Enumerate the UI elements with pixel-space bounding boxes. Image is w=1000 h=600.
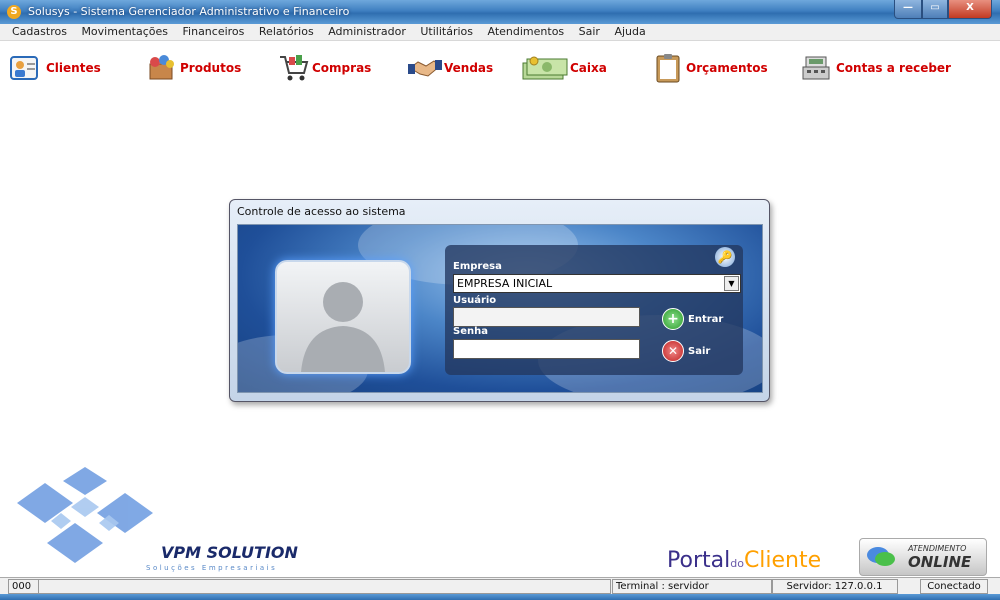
senha-input[interactable] (453, 339, 640, 359)
toolbar-contas-receber-button[interactable]: Contas a receber (800, 53, 951, 83)
menu-sair[interactable]: Sair (579, 24, 600, 40)
portal-text: Portal (667, 548, 731, 573)
toolbar-compras-button[interactable]: Compras (278, 53, 371, 83)
handshake-icon (408, 60, 442, 77)
menu-atendimentos[interactable]: Atendimentos (488, 24, 565, 40)
close-button[interactable]: X (948, 0, 992, 19)
usuario-input[interactable] (453, 307, 640, 327)
online-label: ONLINE (908, 553, 972, 571)
login-dialog: Controle de acesso ao sistema 🔑 Empresa … (229, 199, 770, 402)
chat-bubbles-icon (867, 547, 895, 566)
maximize-button[interactable]: ▭ (922, 0, 948, 19)
atendimento-online-button[interactable]: ATENDIMENTO ONLINE (859, 538, 987, 576)
chevron-down-icon[interactable]: ▼ (724, 276, 739, 291)
toolbar-orcamentos-label: Orçamentos (686, 61, 768, 75)
usuario-label: Usuário (453, 295, 497, 306)
user-avatar (275, 260, 411, 374)
toolbar-compras-label: Compras (312, 61, 372, 75)
menu-relatorios[interactable]: Relatórios (259, 24, 314, 40)
vpm-title: VPM SOLUTION (161, 543, 298, 562)
dialog-title: Controle de acesso ao sistema (237, 205, 406, 218)
app-icon[interactable]: S (7, 5, 21, 19)
toolbar-vendas-button[interactable]: Vendas (408, 53, 493, 83)
portal-do-text: do (730, 557, 744, 570)
portal-cliente-text: Cliente (743, 548, 822, 573)
window-controls: — ▭ X (894, 0, 992, 19)
toolbar-clientes-label: Clientes (46, 61, 101, 75)
status-server: Servidor: 127.0.0.1 (771, 579, 898, 594)
menu-utilitarios[interactable]: Utilitários (420, 24, 473, 40)
menu-financeiros[interactable]: Financeiros (183, 24, 245, 40)
login-panel: 🔑 Empresa EMPRESA INICIAL ▼ Usuário Senh… (237, 224, 763, 393)
status-connection: Conectado (920, 579, 988, 594)
sair-button[interactable]: ✕ Sair (662, 339, 710, 363)
menu-ajuda[interactable]: Ajuda (614, 24, 645, 40)
empresa-selected-value: EMPRESA INICIAL (457, 277, 553, 290)
window-title: Solusys - Sistema Gerenciador Administra… (28, 5, 350, 18)
products-icon (149, 55, 174, 80)
clipboard-icon (656, 54, 680, 83)
entrar-label: Entrar (688, 313, 724, 325)
toolbar-vendas-label: Vendas (444, 61, 494, 75)
status-bar: 000 Terminal : servidor Servidor: 127.0.… (0, 577, 1000, 594)
menu-bar: Cadastros Movimentações Financeiros Rela… (0, 24, 1000, 41)
sair-label: Sair (688, 345, 711, 357)
empresa-select[interactable]: EMPRESA INICIAL ▼ (453, 274, 741, 293)
status-code: 000 (8, 579, 39, 594)
minimize-button[interactable]: — (894, 0, 922, 19)
title-bar: S Solusys - Sistema Gerenciador Administ… (0, 0, 1000, 24)
plus-icon: + (662, 308, 684, 330)
key-icon[interactable]: 🔑 (715, 247, 735, 267)
clients-icon (10, 56, 38, 80)
toolbar-caixa-button[interactable]: Caixa (522, 53, 607, 83)
toolbar-produtos-label: Produtos (180, 61, 242, 75)
cash-register-icon (802, 56, 830, 80)
window-bottom-border (0, 594, 1000, 600)
status-terminal: Terminal : servidor (612, 579, 773, 594)
empresa-label: Empresa (453, 261, 502, 272)
login-form: 🔑 Empresa EMPRESA INICIAL ▼ Usuário Senh… (445, 245, 743, 375)
status-message (38, 579, 611, 594)
vpm-logo-icon (17, 467, 153, 563)
toolbar: Clientes Produtos Compras Vendas Caixa O… (0, 41, 1000, 97)
toolbar-caixa-label: Caixa (570, 61, 607, 75)
entrar-button[interactable]: + Entrar (662, 307, 723, 331)
menu-administrador[interactable]: Administrador (328, 24, 406, 40)
toolbar-clientes-button[interactable]: Clientes (10, 53, 101, 83)
toolbar-produtos-button[interactable]: Produtos (146, 53, 241, 83)
cash-icon (522, 56, 568, 80)
senha-label: Senha (453, 326, 488, 337)
toolbar-orcamentos-button[interactable]: Orçamentos (654, 53, 768, 83)
vpm-subtitle: Soluções Empresariais (146, 564, 278, 572)
user-silhouette-icon (301, 282, 385, 372)
menu-movimentacoes[interactable]: Movimentações (81, 24, 168, 40)
shopping-cart-icon (280, 55, 309, 81)
menu-cadastros[interactable]: Cadastros (12, 24, 67, 40)
toolbar-contas-receber-label: Contas a receber (836, 61, 951, 75)
atendimento-label: ATENDIMENTO (908, 544, 967, 553)
close-icon: ✕ (662, 340, 684, 362)
portal-cliente-link[interactable]: PortaldoCliente (667, 548, 821, 573)
